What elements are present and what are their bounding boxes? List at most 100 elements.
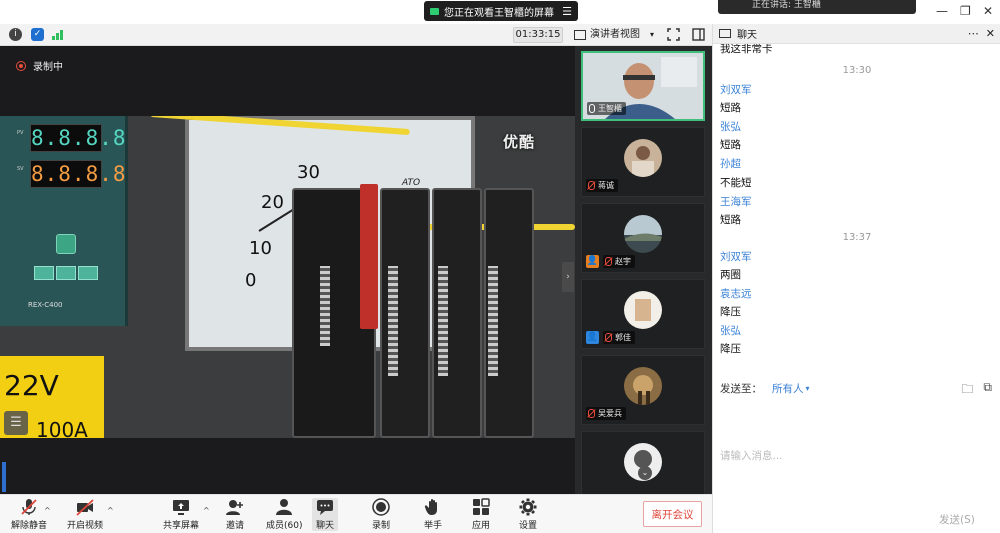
notes-icon[interactable]: ☰ xyxy=(4,411,28,435)
microphone-muted-icon xyxy=(21,499,37,515)
chat-sender[interactable]: 刘双军 xyxy=(720,249,752,264)
info-icon[interactable]: i xyxy=(9,28,22,41)
controller-up-button xyxy=(78,266,98,280)
chat-message-input[interactable] xyxy=(720,400,990,512)
more-options-icon[interactable]: ⋯ xyxy=(968,27,979,40)
banner-menu-icon[interactable]: ☰ xyxy=(562,5,572,18)
user-badge-icon: 👤 xyxy=(586,255,599,268)
viewing-banner[interactable]: 您正在观看王智櫃的屏幕 ☰ xyxy=(424,1,578,21)
rating-current: 100A xyxy=(36,418,88,438)
share-options-caret-icon[interactable]: ^ xyxy=(203,506,210,515)
members-label: 成员(60) xyxy=(266,521,303,531)
send-to-caret-icon[interactable]: ▾ xyxy=(806,384,810,393)
minimize-icon[interactable]: — xyxy=(936,4,948,18)
participant-tile[interactable]: 👤 赵宇 xyxy=(581,203,705,273)
chat-sender[interactable]: 张弘 xyxy=(720,119,741,134)
invite-label: 邀请 xyxy=(226,521,245,531)
restore-icon[interactable]: ❐ xyxy=(960,4,971,18)
chat-title: 聊天 xyxy=(737,30,757,41)
record-button[interactable]: 录制 xyxy=(372,498,390,531)
collapse-strip-chevron-icon[interactable]: › xyxy=(562,262,574,292)
screen-share-icon xyxy=(430,7,439,15)
participant-tile[interactable]: 王智櫃 xyxy=(581,51,705,121)
shared-video-frame: PV 8.8.8.8 SV 8.8.8.8 REX-C400 30 20 10 … xyxy=(0,116,575,438)
fullscreen-icon[interactable] xyxy=(667,28,680,44)
unmute-button[interactable]: 解除静音 xyxy=(11,498,47,531)
close-chat-icon[interactable]: ✕ xyxy=(986,27,995,40)
chat-messages: 我这非常卡 13:30 刘双军 短路 张弘 短路 孙超 不能短 王海军 短路 1… xyxy=(713,44,1000,378)
chat-sender[interactable]: 王海军 xyxy=(720,194,752,209)
chat-tools: 🗀 ⧉ xyxy=(961,380,992,401)
video-options-caret-icon[interactable]: ^ xyxy=(107,506,114,515)
chat-message-text: 短路 xyxy=(720,214,741,226)
apps-button[interactable]: 应用 xyxy=(472,498,490,531)
participant-tile[interactable] xyxy=(581,431,705,494)
participant-name: 赵宇 xyxy=(615,257,631,266)
record-icon xyxy=(372,498,390,516)
send-to-value[interactable]: 所有人 xyxy=(772,381,804,396)
chat-sender[interactable]: 刘双军 xyxy=(720,82,752,97)
chat-panel: 聊天 ⋯ ✕ 我这非常卡 13:30 刘双军 短路 张弘 短路 孙超 不能短 王… xyxy=(712,24,1000,533)
send-to-label: 发送至： xyxy=(720,383,762,395)
share-screen-button[interactable]: 共享屏幕 xyxy=(163,498,199,531)
scroll-down-chevron-icon[interactable]: ⌄ xyxy=(638,466,652,480)
view-mode-dropdown[interactable]: 演讲者视图 ▾ xyxy=(574,27,654,43)
participant-tile[interactable]: 👤 郭佳 xyxy=(581,279,705,349)
record-label: 录制 xyxy=(372,521,391,531)
participant-strip: 王智櫃 蒋诚 👤 赵宇 👤 郭佳 吴爱兵 ⌄ xyxy=(575,46,712,494)
user-badge-icon: 👤 xyxy=(586,331,599,344)
pv-display: 8.8.8.8 xyxy=(30,124,127,152)
participant-tile[interactable]: 蒋诚 xyxy=(581,127,705,197)
send-to-selector[interactable]: 发送至： 所有人 ▾ xyxy=(720,381,810,396)
gear-icon xyxy=(519,498,537,516)
controller-set-button xyxy=(56,234,76,254)
raise-hand-button[interactable]: 举手 xyxy=(424,498,442,531)
gauge-brand: ATO xyxy=(402,178,421,188)
toggle-sidebar-icon[interactable] xyxy=(692,28,705,44)
settings-button[interactable]: 设置 xyxy=(519,498,537,531)
start-video-button[interactable]: 开启视频 xyxy=(67,498,103,531)
apps-grid-icon xyxy=(473,498,490,515)
shared-screen-stage: 录制中 PV 8.8.8.8 SV 8.8.8.8 REX-C400 30 20… xyxy=(0,46,575,494)
invite-button[interactable]: 邀请 xyxy=(226,498,244,531)
gauge-number-20: 20 xyxy=(261,192,284,213)
view-mode-caret-icon: ▾ xyxy=(650,30,655,39)
temperature-controller: PV 8.8.8.8 SV 8.8.8.8 REX-C400 xyxy=(0,116,128,326)
leave-meeting-button[interactable]: 离开会议 xyxy=(643,501,702,527)
save-chat-icon[interactable]: ⧉ xyxy=(983,380,992,401)
settings-label: 设置 xyxy=(519,521,538,531)
breaker-coil xyxy=(388,266,398,376)
chat-message-text: 降压 xyxy=(720,306,741,318)
signal-strength-icon[interactable] xyxy=(52,29,65,40)
members-button[interactable]: 成员(60) xyxy=(266,498,302,531)
chat-sender[interactable]: 袁志远 xyxy=(720,286,752,301)
breaker-coil xyxy=(320,266,330,346)
audio-options-caret-icon[interactable]: ^ xyxy=(44,506,51,515)
chat-sender[interactable]: 孙超 xyxy=(720,156,741,171)
send-button[interactable]: 发送(S) xyxy=(939,512,975,527)
stage-scroll-indicator[interactable] xyxy=(2,462,6,492)
microphone-muted-icon xyxy=(588,181,595,190)
chat-button[interactable]: 聊天 xyxy=(312,498,339,531)
chat-message-text: 不能短 xyxy=(720,177,752,189)
controller-model: REX-C400 xyxy=(28,301,63,309)
participant-name: 蒋诚 xyxy=(598,181,614,190)
participant-tile[interactable]: 吴爱兵 xyxy=(581,355,705,425)
chat-header: 聊天 ⋯ ✕ xyxy=(713,24,1000,44)
microphone-muted-icon xyxy=(588,409,595,418)
breaker-coil xyxy=(438,266,448,376)
chat-sender[interactable]: 张弘 xyxy=(720,323,741,338)
microphone-icon xyxy=(589,104,595,113)
close-window-icon[interactable]: ✕ xyxy=(983,4,993,18)
recording-label: 录制中 xyxy=(33,62,63,73)
chat-message-text: 短路 xyxy=(720,139,741,151)
gauge-number-10: 10 xyxy=(249,238,272,259)
sv-display: 8.8.8.8 xyxy=(30,160,127,188)
participant-name: 王智櫃 xyxy=(598,104,622,113)
speaking-indicator: 正在讲话: 王智櫃 xyxy=(718,0,916,14)
security-shield-icon[interactable]: ✓ xyxy=(31,28,44,41)
invite-user-icon xyxy=(226,500,243,515)
send-file-icon[interactable]: 🗀 xyxy=(961,380,973,401)
unmute-label: 解除静音 xyxy=(11,521,48,531)
chat-message-text: 降压 xyxy=(720,343,741,355)
